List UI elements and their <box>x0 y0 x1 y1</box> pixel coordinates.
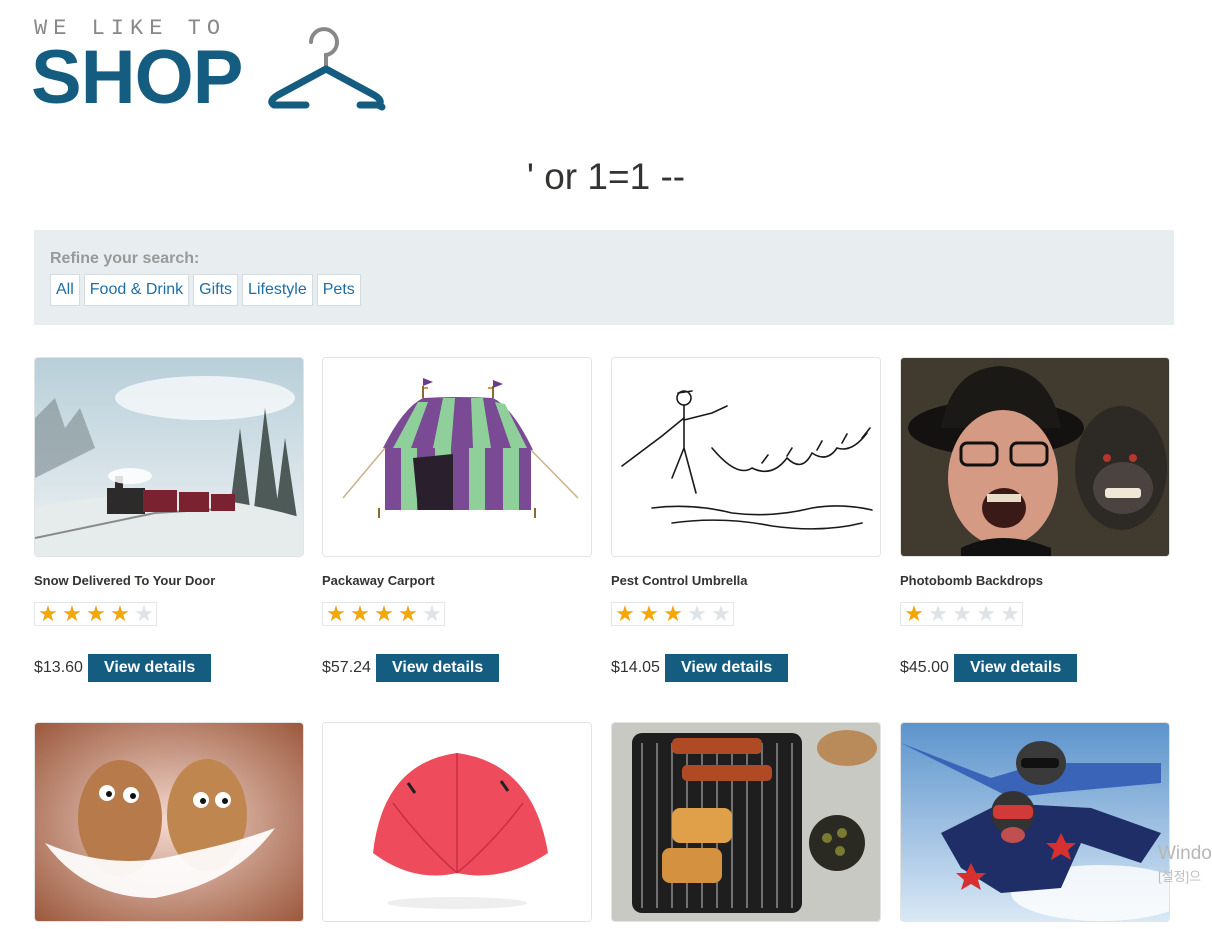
logo-title: SHOP <box>31 35 243 120</box>
product-card <box>900 722 1170 922</box>
star-icon: ★ <box>976 601 996 626</box>
star-icon: ★ <box>711 601 731 626</box>
windows-activation-watermark: Windo <box>1158 843 1212 864</box>
product-image-umbrella-sketch[interactable] <box>611 357 881 557</box>
star-icon: ★ <box>134 601 154 626</box>
filter-link-gifts[interactable]: Gifts <box>193 274 239 306</box>
refine-search-panel: Refine your search: All Food & Drink Gif… <box>34 230 1174 325</box>
refine-search-label: Refine your search: <box>50 250 200 267</box>
product-buy-row: $57.24 View details <box>322 654 592 682</box>
product-card: Packaway Carport ★ ★ ★ ★ ★ $57.24 View detai… <box>322 357 592 682</box>
product-name: Snow Delivered To Your Door <box>34 573 216 588</box>
product-image-snowy-train[interactable] <box>34 357 304 557</box>
product-card: Photobomb Backdrops ★ ★ ★ ★ ★ $45.00 View de… <box>900 357 1170 682</box>
product-image-striped-tent[interactable] <box>322 357 592 557</box>
search-results-title: ' or 1=1 -- <box>526 156 686 197</box>
product-card: Snow Delivered To Your Door ★ ★ ★ ★ ★ $13.60… <box>34 357 304 682</box>
star-icon: ★ <box>615 601 635 626</box>
product-buy-row: $14.05 View details <box>611 654 881 682</box>
product-rating-stars: ★ ★ ★ ★ ★ <box>611 602 734 626</box>
view-details-button[interactable]: View details <box>375 654 500 682</box>
product-image-grill[interactable] <box>611 722 881 922</box>
star-icon: ★ <box>350 601 370 626</box>
product-price: $45.00 <box>900 659 949 676</box>
star-icon: ★ <box>639 601 659 626</box>
product-name: Pest Control Umbrella <box>611 573 748 588</box>
product-card <box>34 722 304 922</box>
star-icon: ★ <box>422 601 442 626</box>
filter-link-lifestyle[interactable]: Lifestyle <box>242 274 313 306</box>
product-rating-stars: ★ ★ ★ ★ ★ <box>322 602 445 626</box>
product-card <box>322 722 592 922</box>
star-icon: ★ <box>62 601 82 626</box>
product-name: Photobomb Backdrops <box>900 573 1044 588</box>
product-image-skydivers[interactable] <box>900 722 1170 922</box>
filter-link-food-drink[interactable]: Food & Drink <box>83 274 190 306</box>
product-card: Pest Control Umbrella ★ ★ ★ ★ ★ $14.05 View … <box>611 357 881 682</box>
site-logo[interactable]: WE LIKE TO SHOP <box>31 12 394 116</box>
product-buy-row: $45.00 View details <box>900 654 1170 682</box>
product-image-red-umbrella[interactable] <box>322 722 592 922</box>
star-icon: ★ <box>326 601 346 626</box>
star-icon: ★ <box>687 601 707 626</box>
product-name: Packaway Carport <box>322 573 435 588</box>
product-image-eggs[interactable] <box>34 722 304 922</box>
product-rating-stars: ★ ★ ★ ★ ★ <box>34 602 157 626</box>
view-details-button[interactable]: View details <box>87 654 212 682</box>
star-icon: ★ <box>110 601 130 626</box>
filter-link-all[interactable]: All <box>50 274 80 306</box>
product-price: $57.24 <box>322 659 371 676</box>
star-icon: ★ <box>1000 601 1020 626</box>
star-icon: ★ <box>663 601 683 626</box>
star-icon: ★ <box>398 601 418 626</box>
star-icon: ★ <box>374 601 394 626</box>
category-filter-list: All Food & Drink Gifts Lifestyle Pets <box>50 274 361 306</box>
product-buy-row: $13.60 View details <box>34 654 304 682</box>
star-icon: ★ <box>904 601 924 626</box>
product-price: $14.05 <box>611 659 660 676</box>
star-icon: ★ <box>38 601 58 626</box>
product-rating-stars: ★ ★ ★ ★ ★ <box>900 602 1023 626</box>
star-icon: ★ <box>952 601 972 626</box>
view-details-button[interactable]: View details <box>664 654 789 682</box>
hanger-icon <box>268 27 386 111</box>
product-image-photobomb[interactable] <box>900 357 1170 557</box>
filter-link-pets[interactable]: Pets <box>316 274 361 306</box>
view-details-button[interactable]: View details <box>953 654 1078 682</box>
star-icon: ★ <box>928 601 948 626</box>
product-card <box>611 722 881 922</box>
star-icon: ★ <box>86 601 106 626</box>
product-price: $13.60 <box>34 659 83 676</box>
windows-activation-hint: [설정]으 <box>1158 869 1202 884</box>
